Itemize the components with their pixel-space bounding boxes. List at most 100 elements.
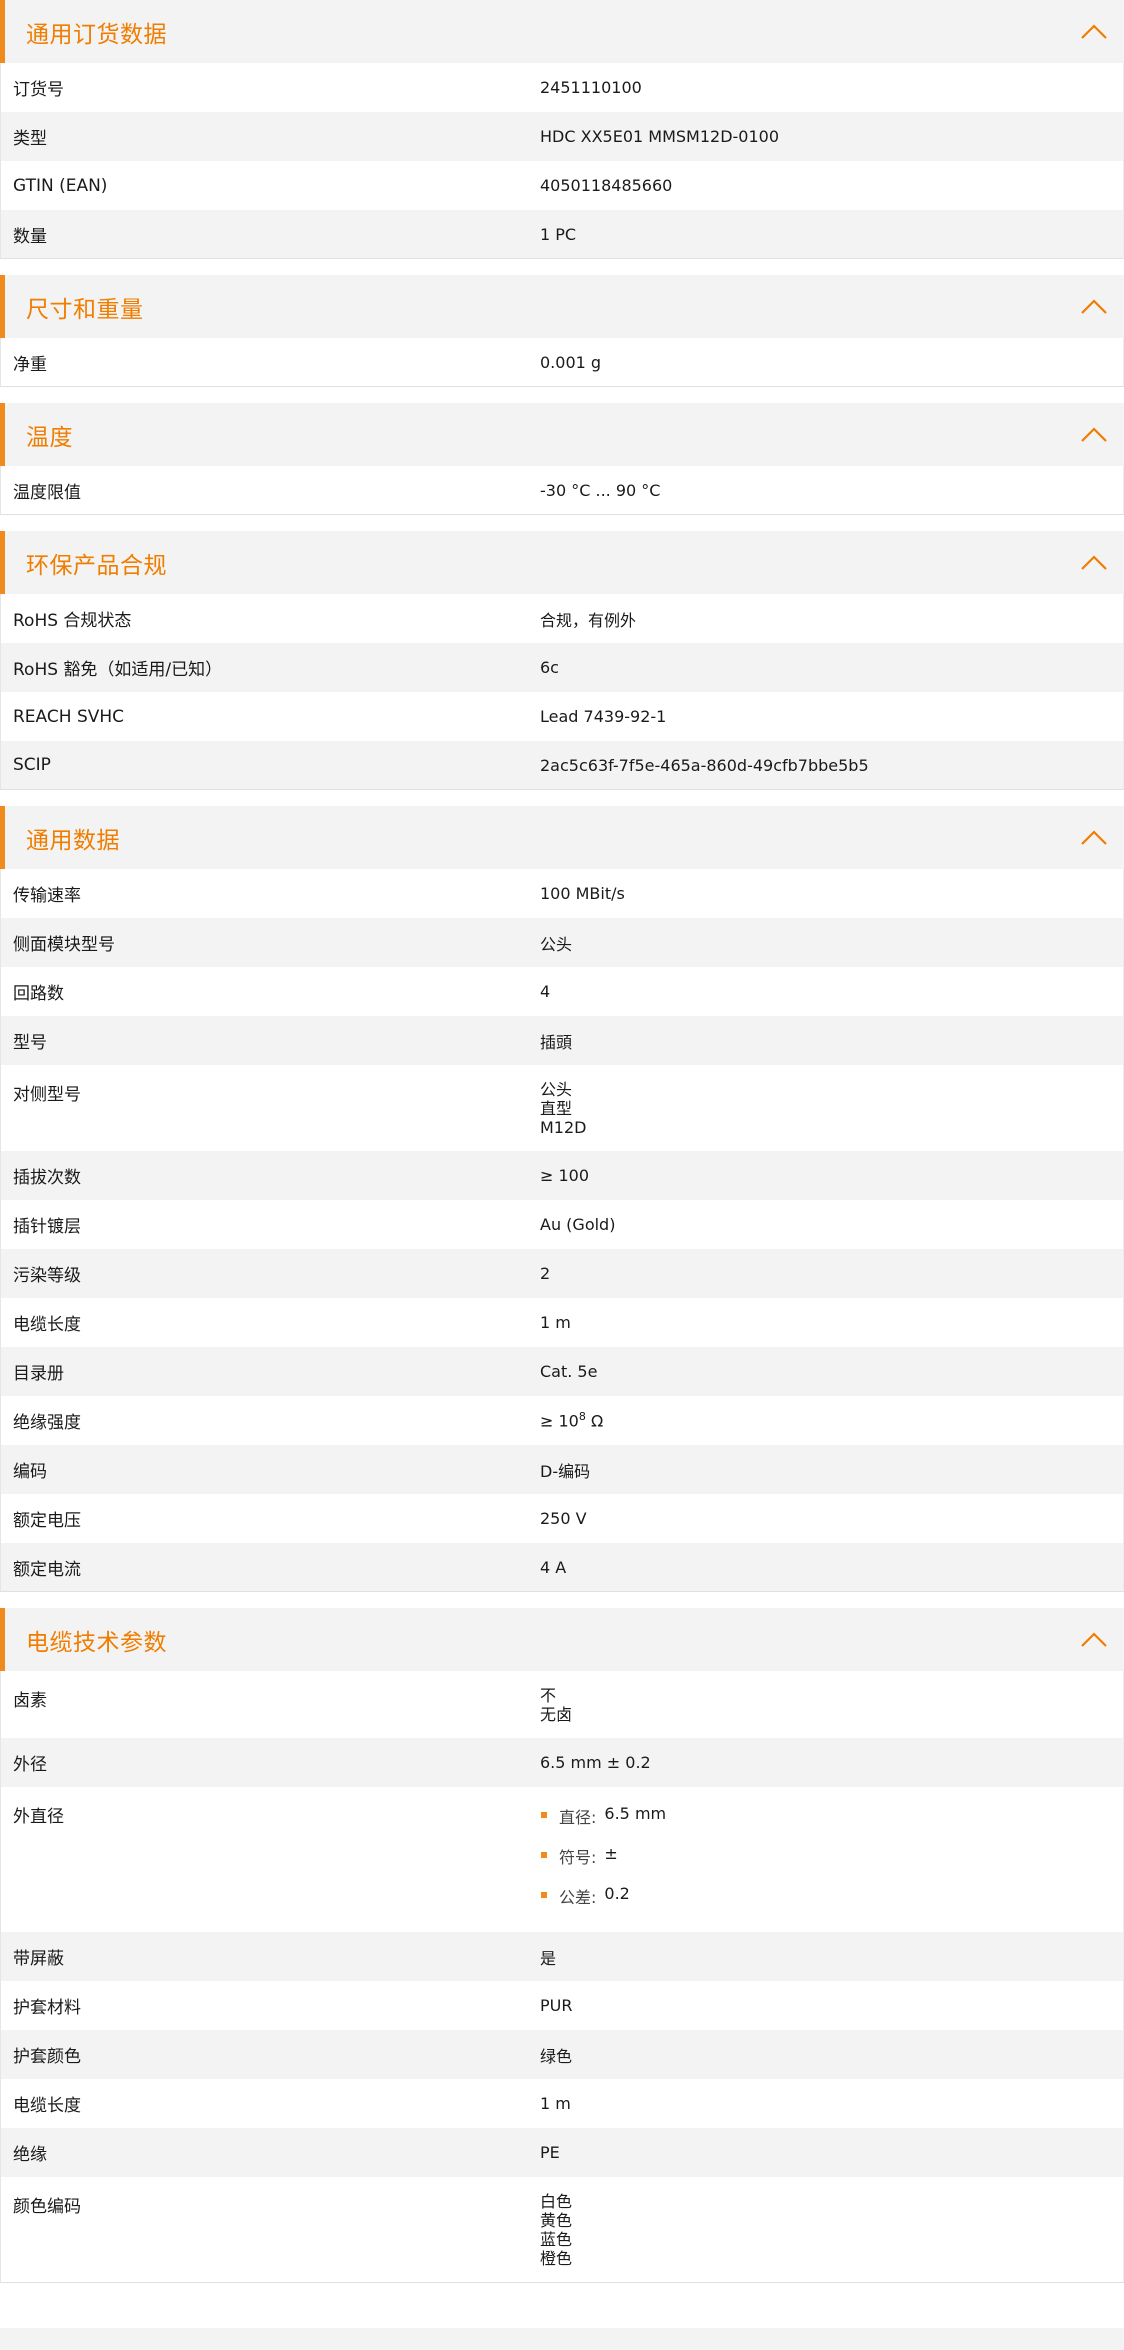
spec-key: 回路数 — [13, 984, 64, 1004]
spec-key: GTIN (EAN) — [13, 175, 108, 196]
section-3: 温度 温度限值 -30 °C ... 90 °C — [0, 403, 1124, 515]
spec-row: 传输速率 100 MBit/s — [0, 869, 1124, 918]
spec-key: 对侧型号 — [13, 1085, 81, 1105]
chevron-up-icon[interactable] — [1080, 297, 1108, 315]
spec-key: 护套材料 — [13, 1998, 81, 2018]
section-title: 通用订货数据 — [26, 21, 167, 48]
section-4: 环保产品合规 RoHS 合规状态 合规，有例外 RoHS 豁免（如适用/已知） 6c RE… — [0, 531, 1124, 790]
spec-key: SCIP — [13, 755, 51, 775]
spec-value: 1 m — [540, 1313, 571, 1332]
spec-value: Cat. 5e — [540, 1362, 598, 1381]
spec-row: 净重 0.001 g — [0, 338, 1124, 387]
spec-row: 电缆长度 1 m — [0, 1298, 1124, 1347]
spec-row: 护套颜色 绿色 — [0, 2030, 1124, 2079]
spec-value: 0.001 g — [540, 352, 602, 372]
spec-key: 型号 — [13, 1033, 47, 1053]
spec-row: 目录册 Cat. 5e — [0, 1347, 1124, 1396]
spec-key: REACH SVHC — [13, 706, 125, 727]
section-2: 尺寸和重量净重 0.001 g — [0, 275, 1124, 387]
spec-row: 数量 1 PC — [0, 210, 1124, 259]
spec-row: 回路数 4 — [0, 967, 1124, 1016]
chevron-up-icon[interactable] — [1080, 1630, 1108, 1648]
spec-value-exponent: 8 — [578, 1410, 586, 1424]
spec-key: 插针镀层 — [13, 1217, 81, 1237]
spec-value: 6c — [540, 658, 559, 677]
spec-key: 额定电压 — [13, 1511, 81, 1531]
spec-value: 是 — [540, 1948, 557, 1968]
spec-value: 4 — [540, 982, 551, 1001]
spec-key: 净重 — [13, 354, 47, 375]
section-1: 通用订货数据订货号 2451110100 类型 HDC XX5E01 MMSM12D-… — [0, 0, 1124, 259]
spec-value: 公头 — [540, 934, 573, 954]
spec-key: 额定电流 — [13, 1559, 81, 1580]
spec-value: ≥ 108 Ω — [540, 1410, 1123, 1430]
chevron-up-icon[interactable] — [1080, 22, 1108, 40]
spec-value-line: 直型 — [540, 1099, 573, 1118]
spec-key: 温度限值 — [13, 482, 81, 503]
section-title: 温度 — [26, 424, 73, 451]
spec-row: 型号 插頭 — [0, 1016, 1124, 1065]
spec-row: RoHS 合规状态 合规，有例外 — [0, 594, 1124, 643]
spec-key: 目录册 — [13, 1364, 64, 1384]
spec-value: 1 m — [540, 2094, 571, 2113]
section-title: 通用数据 — [26, 827, 120, 854]
spec-sections: 通用订货数据订货号 2451110100 类型 HDC XX5E01 MMSM12D-… — [0, 0, 1124, 2283]
bullet-icon — [541, 1812, 547, 1818]
spec-value: 合规，有例外 — [540, 610, 637, 630]
section-header[interactable]: 尺寸和重量 — [0, 275, 1124, 338]
section-header[interactable]: 电缆技术参数 — [0, 1608, 1124, 1671]
spec-value: Lead 7439-92-1 — [540, 707, 667, 726]
spec-row: 污染等级 2 — [0, 1249, 1124, 1298]
bullet-label: 直径: — [559, 1808, 597, 1827]
section-title: 电缆技术参数 — [26, 1629, 167, 1656]
spec-row: 外径 6.5 mm ± 0.2 — [0, 1738, 1124, 1787]
section-header[interactable]: 通用订货数据 — [0, 0, 1124, 63]
spec-value: Au (Gold) — [540, 1215, 616, 1234]
spec-row: 订货号 2451110100 — [0, 63, 1124, 112]
section-5: 通用数据 传输速率 100 MBit/s 侧面模块型号 公头 回路数 4 型号 插頭 对侧型号 公头… — [0, 806, 1124, 1592]
spec-value: PUR — [540, 1996, 573, 2015]
section-header[interactable]: 通用数据 — [0, 806, 1124, 869]
spec-row: 护套材料 PUR — [0, 1981, 1124, 2030]
spec-value: PE — [540, 2143, 560, 2162]
spec-key: 侧面模块型号 — [13, 935, 115, 955]
spec-value: ≥ 100 — [540, 1166, 590, 1185]
spec-key: 绝缘 — [13, 2145, 47, 2165]
spec-value-line: 白色 — [540, 2192, 573, 2211]
section-title: 环保产品合规 — [26, 552, 167, 579]
spec-key: 电缆长度 — [13, 1315, 81, 1335]
spec-value: 4050118485660 — [540, 176, 673, 195]
spec-bullet-item: 公差: 0.2 — [540, 1884, 1123, 1924]
spec-value-line: 黄色 — [540, 2211, 573, 2230]
spec-key: 外径 — [13, 1755, 47, 1775]
spec-row: 插拔次数 ≥ 100 — [0, 1151, 1124, 1200]
spec-value: HDC XX5E01 MMSM12D-0100 — [540, 127, 780, 146]
section-header[interactable]: 环保产品合规 — [0, 531, 1124, 594]
spec-key: 外直径 — [13, 1807, 64, 1827]
spec-value: 绿色 — [540, 2046, 573, 2066]
spec-key: 卤素 — [13, 1691, 47, 1711]
spec-value-unit: Ω — [585, 1411, 604, 1431]
spec-key: RoHS 豁免（如适用/已知） — [13, 660, 223, 680]
spec-bullet-item: 符号: ± — [540, 1844, 1123, 1884]
spec-value: 2ac5c63f-7f5e-465a-860d-49cfb7bbe5b5 — [540, 755, 869, 775]
section-header[interactable]: 温度 — [0, 403, 1124, 466]
spec-key: 污染等级 — [13, 1266, 81, 1286]
chevron-up-icon[interactable] — [1080, 425, 1108, 443]
spec-value-line: 公头 — [540, 1080, 573, 1099]
spec-row: 带屏蔽 是 — [0, 1932, 1124, 1981]
spec-row: 额定电流 4 A — [0, 1543, 1124, 1592]
spec-row: 侧面模块型号 公头 — [0, 918, 1124, 967]
spec-value: 2451110100 — [540, 78, 642, 97]
spec-value: 直径: 6.5 mm 符号: ± 公差: 0.2 — [540, 1802, 1123, 1924]
spec-key: 颜色编码 — [13, 2197, 81, 2217]
spec-key: 数量 — [13, 226, 47, 247]
spec-key: 类型 — [13, 129, 47, 149]
chevron-up-icon[interactable] — [1080, 553, 1108, 571]
chevron-up-icon[interactable] — [1080, 828, 1108, 846]
spec-value-base: ≥ 10 — [540, 1411, 579, 1431]
spec-value: 公头 直型 M12D — [540, 1080, 1123, 1137]
spec-row: 外直径 直径: 6.5 mm 符号: ± 公差: 0.2 — [0, 1787, 1124, 1932]
spec-bullet-item: 直径: 6.5 mm — [540, 1804, 1123, 1844]
next-section-edge — [0, 2328, 1124, 2350]
